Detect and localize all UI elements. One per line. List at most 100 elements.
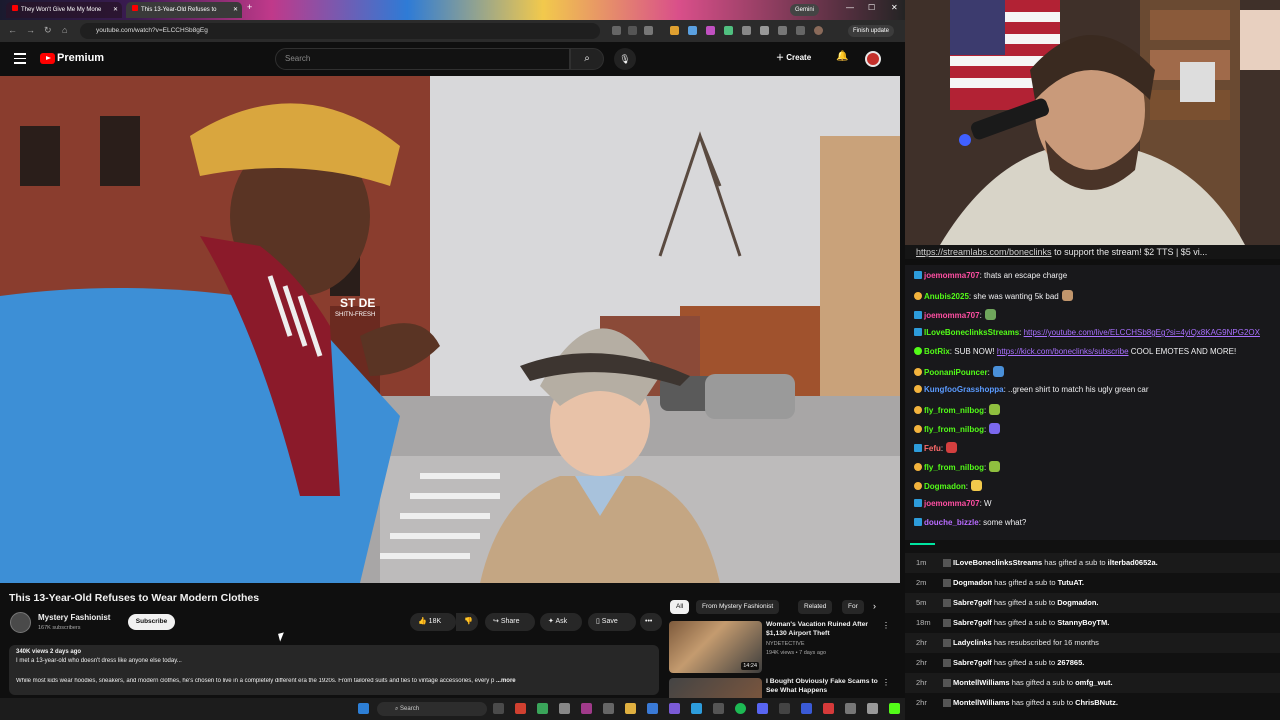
- share-button[interactable]: ↪ Share: [485, 613, 535, 631]
- premium-label[interactable]: Premium: [57, 52, 104, 64]
- video-player[interactable]: ST DE SHITN-FRESH: [0, 76, 900, 583]
- dislike-button[interactable]: 👎: [456, 613, 478, 631]
- channel-avatar[interactable]: [10, 612, 31, 633]
- discord-icon[interactable]: [757, 703, 768, 714]
- chat-link[interactable]: https://kick.com/boneclinks/subscribe: [997, 347, 1129, 356]
- app-icon[interactable]: [559, 703, 570, 714]
- app-icon[interactable]: [713, 703, 724, 714]
- ticker-link[interactable]: https://streamlabs.com/boneclinks: [916, 247, 1052, 257]
- chip-from-channel[interactable]: From Mystery Fashionist: [696, 600, 780, 614]
- more-link[interactable]: ...more: [496, 678, 516, 684]
- app-icon[interactable]: [691, 703, 702, 714]
- chat-link[interactable]: https://youtube.com/live/ELCCHSb8gEg?si=…: [1024, 328, 1260, 337]
- back-icon[interactable]: ←: [8, 25, 17, 35]
- video-thumbnail[interactable]: 14:24: [669, 621, 762, 673]
- menu-icon[interactable]: [14, 53, 26, 67]
- app-icon[interactable]: [867, 703, 878, 714]
- event-user[interactable]: Ladyclinks: [953, 638, 992, 647]
- voice-search-button[interactable]: 🎙: [614, 48, 636, 70]
- search-button[interactable]: ⌕: [570, 48, 604, 70]
- event-target[interactable]: 267865.: [1057, 658, 1084, 667]
- event-user[interactable]: Sabre7golf: [953, 598, 992, 607]
- related-video-item[interactable]: I Bought Obviously Fake Scams to See Wha…: [669, 678, 889, 698]
- maximize-icon[interactable]: ☐: [868, 3, 875, 12]
- chat-username[interactable]: Dogmadon: [924, 482, 966, 491]
- event-user[interactable]: Dogmadon: [953, 578, 992, 587]
- youtube-logo-icon[interactable]: [40, 53, 55, 64]
- cast-icon[interactable]: [628, 26, 637, 35]
- chat-username[interactable]: fly_from_nilbog: [924, 425, 984, 434]
- create-button[interactable]: ＋ Create: [776, 52, 811, 63]
- close-tab-icon[interactable]: ✕: [113, 2, 118, 18]
- chat-username[interactable]: fly_from_nilbog: [924, 463, 984, 472]
- chrome-icon[interactable]: [537, 703, 548, 714]
- extension-icon[interactable]: [706, 26, 715, 35]
- search-input[interactable]: Search: [275, 48, 570, 70]
- app-icon[interactable]: [845, 703, 856, 714]
- extension-icon[interactable]: [670, 26, 679, 35]
- download-icon[interactable]: [778, 26, 787, 35]
- chat-username[interactable]: douche_bizzle: [924, 518, 979, 527]
- event-target[interactable]: omfg_wut.: [1075, 678, 1113, 687]
- chat-username[interactable]: KungfooGrasshoppa: [924, 385, 1004, 394]
- app-icon[interactable]: [801, 703, 812, 714]
- spotify-icon[interactable]: [735, 703, 746, 714]
- chat-username[interactable]: joemomma707: [924, 499, 980, 508]
- start-icon[interactable]: [358, 703, 369, 714]
- zoom-icon[interactable]: [612, 26, 621, 35]
- event-target[interactable]: Dogmadon.: [1057, 598, 1098, 607]
- task-view-icon[interactable]: [493, 703, 504, 714]
- event-user[interactable]: ILoveBoneclinksStreams: [953, 558, 1042, 567]
- bookmark-star-icon[interactable]: [644, 26, 653, 35]
- browser-tab-1[interactable]: They Won't Give Me My Mone ✕: [6, 2, 122, 18]
- app-icon[interactable]: [823, 703, 834, 714]
- finish-update-button[interactable]: Finish update: [848, 25, 895, 37]
- reload-icon[interactable]: ↻: [44, 25, 52, 36]
- related-video-title[interactable]: I Bought Obviously Fake Scams to See Wha…: [766, 678, 878, 695]
- event-user[interactable]: Sabre7golf: [953, 618, 992, 627]
- app-icon[interactable]: [581, 703, 592, 714]
- chat-username[interactable]: BotRix: [924, 347, 950, 356]
- subscribe-button[interactable]: Subscribe: [128, 614, 175, 630]
- event-target[interactable]: TutuAT.: [1058, 578, 1084, 587]
- app-icon[interactable]: [647, 703, 658, 714]
- chat-username[interactable]: fly_from_nilbog: [924, 406, 984, 415]
- event-user[interactable]: MontellWilliams: [953, 678, 1010, 687]
- app-icon[interactable]: [669, 703, 680, 714]
- extension-icon[interactable]: [742, 26, 751, 35]
- close-tab-icon[interactable]: ✕: [233, 2, 238, 18]
- more-actions-button[interactable]: •••: [640, 613, 662, 631]
- chat-username[interactable]: joemomma707: [924, 271, 980, 280]
- chip-for-you[interactable]: For: [842, 600, 864, 614]
- chat-username[interactable]: Fefu: [924, 444, 941, 453]
- chat-username[interactable]: joemomma707: [924, 311, 980, 320]
- more-vertical-icon[interactable]: ⋮: [882, 621, 890, 630]
- ask-button[interactable]: ✦ Ask: [540, 613, 582, 631]
- gemini-button[interactable]: Gemini: [790, 4, 820, 16]
- kick-icon[interactable]: [889, 703, 900, 714]
- chip-all[interactable]: All: [670, 600, 690, 614]
- like-button[interactable]: 👍 18K: [410, 613, 456, 631]
- event-user[interactable]: MontellWilliams: [953, 698, 1010, 707]
- app-icon[interactable]: [779, 703, 790, 714]
- event-target[interactable]: ilterbad0652a.: [1108, 558, 1158, 567]
- close-window-icon[interactable]: ✕: [891, 3, 898, 12]
- extensions-puzzle-icon[interactable]: [760, 26, 769, 35]
- video-description[interactable]: 340K views 2 days ago I met a 13-year-ol…: [9, 645, 659, 695]
- video-thumbnail[interactable]: [669, 678, 762, 698]
- taskbar-search[interactable]: ⌕ Search: [377, 702, 487, 716]
- event-user[interactable]: Sabre7golf: [953, 658, 992, 667]
- folder-icon[interactable]: [625, 703, 636, 714]
- extension-icon[interactable]: [688, 26, 697, 35]
- app-icon[interactable]: [515, 703, 526, 714]
- account-avatar[interactable]: [865, 51, 881, 67]
- event-target[interactable]: ChrisBNutz.: [1075, 698, 1118, 707]
- forward-icon[interactable]: →: [26, 25, 35, 35]
- event-target[interactable]: StannyBoyTM.: [1057, 618, 1109, 627]
- chevron-right-icon[interactable]: ›: [873, 601, 876, 611]
- save-button[interactable]: ▯ Save: [588, 613, 636, 631]
- minimize-icon[interactable]: —: [846, 3, 854, 12]
- related-video-channel[interactable]: NYDETECTIVE: [766, 641, 805, 647]
- sidebar-icon[interactable]: [796, 26, 805, 35]
- more-vertical-icon[interactable]: ⋮: [882, 678, 889, 687]
